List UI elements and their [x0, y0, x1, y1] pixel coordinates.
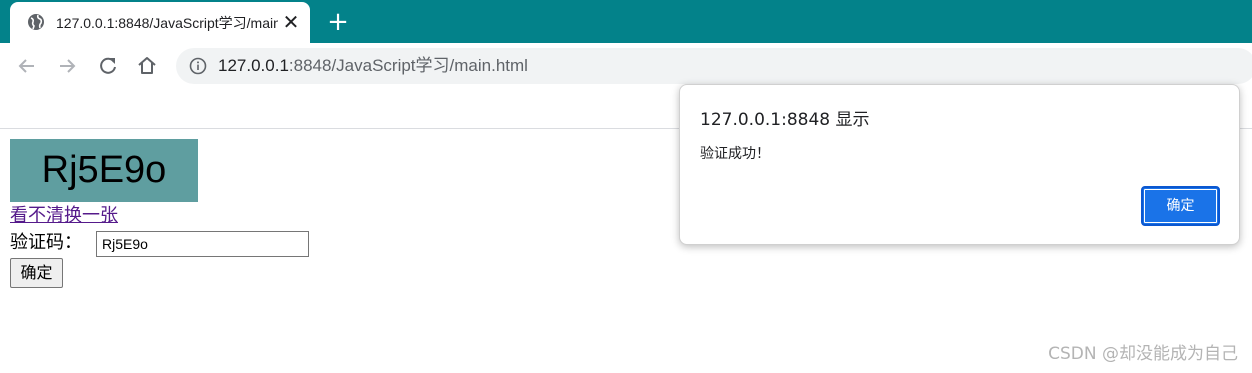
browser-tab[interactable]: 127.0.0.1:8848/JavaScript学习/main.html ✕: [10, 2, 310, 43]
address-bar[interactable]: 127.0.0.1:8848/JavaScript学习/main.html: [176, 48, 1252, 84]
browser-toolbar: 127.0.0.1:8848/JavaScript学习/main.html: [0, 43, 1252, 89]
home-icon[interactable]: [134, 53, 160, 79]
dialog-origin: 127.0.0.1:8848 显示: [700, 110, 870, 130]
globe-icon: [27, 13, 45, 31]
forward-icon[interactable]: [54, 53, 80, 79]
watermark: CSDN @却没能成为自己: [1048, 344, 1238, 364]
alert-dialog: 127.0.0.1:8848 显示 验证成功！ 确定: [679, 84, 1240, 245]
tab-strip: 127.0.0.1:8848/JavaScript学习/main.html ✕ …: [0, 0, 1252, 43]
new-tab-button[interactable]: +: [324, 8, 352, 36]
dialog-ok-button[interactable]: 确定: [1141, 186, 1220, 226]
dialog-message: 验证成功！: [700, 146, 770, 162]
refresh-captcha-link[interactable]: 看不清换一张: [10, 205, 118, 227]
back-icon[interactable]: [14, 53, 40, 79]
tab-title: 127.0.0.1:8848/JavaScript学习/main.html: [56, 15, 278, 31]
address-url: 127.0.0.1:8848/JavaScript学习/main.html: [218, 56, 528, 76]
captcha-image: Rj5E9o: [10, 139, 198, 202]
close-icon[interactable]: ✕: [280, 11, 302, 33]
confirm-button[interactable]: 确定: [10, 258, 63, 288]
captcha-input[interactable]: [96, 231, 309, 257]
captcha-label: 验证码：: [10, 232, 82, 253]
info-icon[interactable]: [189, 57, 207, 75]
address-host: 127.0.0.1: [218, 56, 289, 75]
address-path: :8848/JavaScript学习/main.html: [288, 56, 528, 75]
reload-icon[interactable]: [95, 53, 121, 79]
